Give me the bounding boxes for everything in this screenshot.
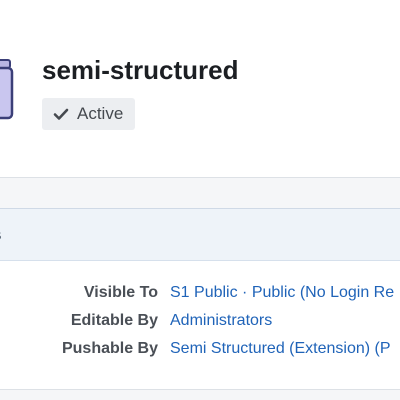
status-badge: Active	[42, 98, 136, 130]
property-row-editable-by: Editable By Administrators	[0, 312, 400, 338]
property-row-pushable-by: Pushable By Semi Structured (Extension) …	[0, 340, 400, 366]
page-title: semi-structured	[42, 55, 239, 85]
panel-title: s	[0, 225, 1, 245]
application-page: semi-structured Active s Visible To S1 P…	[0, 0, 400, 400]
property-row-visible-to: Visible To S1 Public · Public (No Login …	[0, 284, 400, 310]
application-icon	[0, 59, 14, 120]
properties-panel: s Visible To S1 Public · Public (No Logi…	[0, 208, 400, 390]
panel-header: s	[0, 209, 400, 261]
property-label: Editable By	[70, 312, 158, 329]
application-header: semi-structured Active	[0, 0, 400, 178]
property-label: Pushable By	[61, 340, 158, 357]
check-icon	[53, 108, 69, 120]
pushable-by-link[interactable]: Semi Structured (Extension) (P	[170, 340, 391, 358]
property-label: Visible To	[83, 284, 158, 301]
editable-by-link[interactable]: Administrators	[170, 312, 272, 330]
visible-to-link[interactable]: S1 Public · Public (No Login Re	[170, 284, 394, 302]
status-label: Active	[77, 104, 124, 123]
